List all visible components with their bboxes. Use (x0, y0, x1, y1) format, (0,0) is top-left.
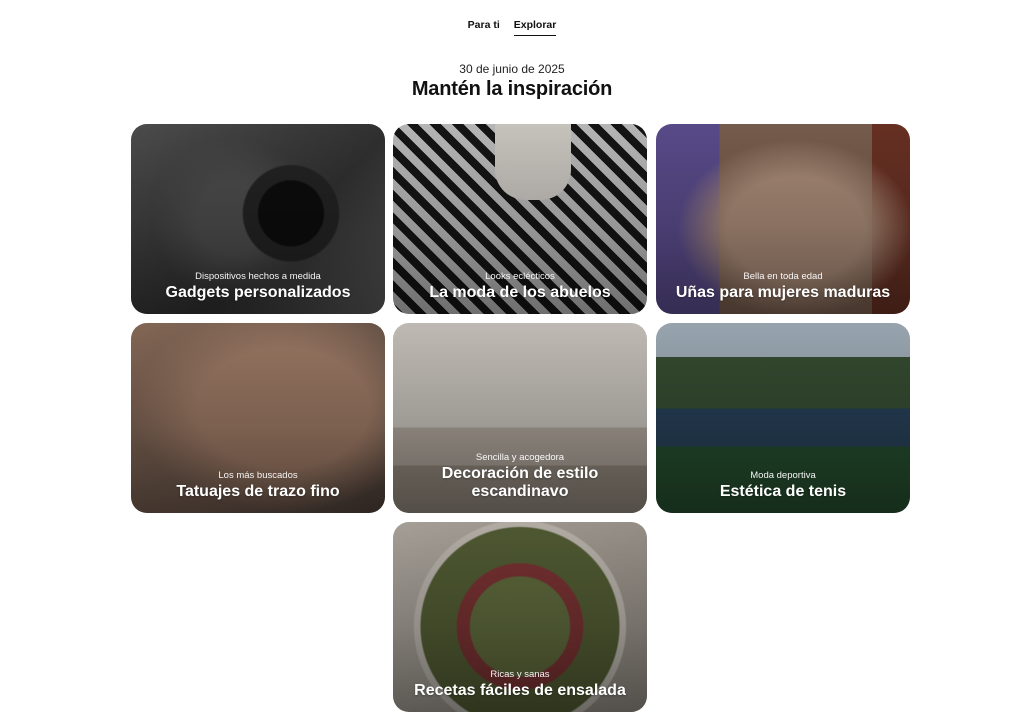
tab-explorar[interactable]: Explorar (513, 19, 557, 36)
card-title: Gadgets personalizados (165, 284, 351, 301)
card-subtitle: Looks eclécticos (485, 271, 555, 282)
card-gadgets-personalizados[interactable]: Dispositivos hechos a medida Gadgets per… (131, 124, 385, 314)
card-subtitle: Bella en toda edad (743, 271, 823, 282)
card-title: Uñas para mujeres maduras (675, 284, 891, 301)
card-subtitle: Ricas y sanas (490, 669, 550, 680)
card-recetas-ensalada[interactable]: Ricas y sanas Recetas fáciles de ensalad… (393, 522, 647, 712)
card-subtitle: Los más buscados (218, 470, 298, 481)
card-title: Decoración de estilo escandinavo (441, 465, 599, 500)
card-decoracion-escandinavo[interactable]: Sencilla y acogedora Decoración de estil… (393, 323, 647, 513)
card-title: La moda de los abuelos (429, 284, 611, 301)
card-title: Tatuajes de trazo fino (176, 483, 340, 500)
card-title: Estética de tenis (719, 483, 847, 500)
card-subtitle: Moda deportiva (750, 470, 816, 481)
card-subtitle: Sencilla y acogedora (475, 452, 565, 463)
top-tabs: Para ti Explorar (0, 19, 1024, 36)
card-tatuajes-trazo-fino[interactable]: Los más buscados Tatuajes de trazo fino (131, 323, 385, 513)
card-unas-mujeres-maduras[interactable]: Bella en toda edad Uñas para mujeres mad… (656, 124, 910, 314)
tab-para-ti[interactable]: Para ti (468, 19, 500, 36)
card-moda-abuelos[interactable]: Looks eclécticos La moda de los abuelos (393, 124, 647, 314)
page-date: 30 de junio de 2025 (459, 62, 565, 76)
page-title: Mantén la inspiración (411, 78, 613, 100)
card-title: Recetas fáciles de ensalada (414, 682, 626, 699)
card-estetica-tenis[interactable]: Moda deportiva Estética de tenis (656, 323, 910, 513)
card-subtitle: Dispositivos hechos a medida (195, 271, 321, 282)
